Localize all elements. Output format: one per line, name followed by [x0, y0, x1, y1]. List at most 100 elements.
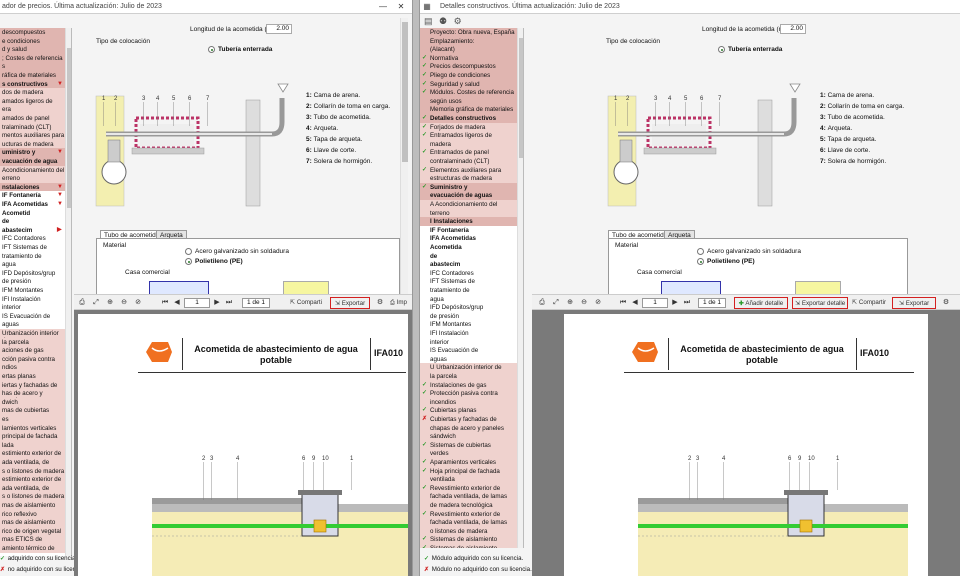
tree-item[interactable]: IFD Depósitos/grup	[0, 269, 65, 278]
pane-splitter[interactable]	[412, 0, 420, 576]
tree-item[interactable]: amados ligeros de	[0, 96, 65, 106]
tree-item[interactable]: aciones de gas	[0, 346, 65, 355]
tree-item[interactable]: ▼ IFA Acometidas	[0, 200, 65, 209]
prev-page-icon[interactable]: ◀	[630, 297, 640, 309]
zoom-out-icon[interactable]: ⊖	[118, 297, 130, 309]
tree-item[interactable]: de madera tecnológica	[420, 501, 517, 510]
tree-item[interactable]: ✓ Entramados ligeros de	[420, 131, 517, 140]
tree-item[interactable]: IFA Acometidas	[420, 234, 517, 243]
tree-item[interactable]: agua	[0, 260, 65, 269]
export-detail-button[interactable]: ⇲ Exportar detalle	[792, 297, 848, 309]
print-button[interactable]: ⎙ Imp	[388, 297, 409, 309]
tree-item[interactable]: Emplazamiento: Alacant/Alicante	[420, 36, 517, 46]
tree-item[interactable]: ▼ IF Fontanería	[0, 191, 65, 200]
tree-item[interactable]: ✓ Seguridad y salud	[420, 79, 517, 89]
tree-item[interactable]: de presión	[420, 312, 517, 321]
tree-item[interactable]: IS Evacuación de	[0, 312, 65, 321]
tree-item[interactable]: ✓ Precios descompuestos	[420, 62, 517, 71]
prev-page-icon[interactable]: ◀	[172, 297, 182, 309]
tree-item[interactable]: IS Evacuación de	[420, 346, 517, 355]
tree-item[interactable]: era	[0, 105, 65, 114]
tree-item[interactable]: ▶ abastecim	[0, 226, 65, 235]
tree-item[interactable]: I Instalaciones	[420, 217, 517, 226]
tree-item[interactable]: ✓ Aparamientos verticales	[420, 458, 517, 467]
tree-item[interactable]: A Acondicionamiento del	[420, 200, 517, 209]
tree-item[interactable]: amados de panel	[0, 114, 65, 123]
page-number-input[interactable]: 1	[184, 298, 210, 308]
material-radio-steel[interactable]	[185, 248, 192, 255]
tree-item[interactable]: interior	[0, 303, 65, 312]
share-button[interactable]: ⇱ Comparti	[288, 297, 324, 309]
print-preview-icon[interactable]: ⎙	[76, 297, 88, 309]
tree-item[interactable]: estimiento exterior de	[0, 449, 65, 458]
tree-item[interactable]: mas ETICS de	[0, 535, 65, 544]
tree-item[interactable]: chapas de acero y paneles	[420, 423, 517, 433]
fit-page-icon[interactable]: ⤢	[90, 297, 102, 309]
tree-item[interactable]: aguas	[0, 320, 65, 329]
length-input[interactable]: 2.00	[266, 24, 292, 34]
tree-item[interactable]: Acometida	[420, 243, 517, 252]
right-tree-scrollbar[interactable]	[517, 28, 523, 548]
tree-item[interactable]: IFM Montantes	[420, 320, 517, 329]
tree-item[interactable]: lamientos verticales	[0, 423, 65, 433]
tree-item[interactable]: ✓ Forjados de madera	[420, 122, 517, 132]
left-form-scrollbar[interactable]	[400, 18, 408, 294]
tree-item[interactable]: principal de fachada	[0, 432, 65, 441]
tree-item[interactable]: mas de cubiertas	[0, 406, 65, 415]
tree-item[interactable]: rico de origen vegetal	[0, 526, 65, 536]
tree-item[interactable]: IFD Depósitos/grup	[420, 303, 517, 312]
tree-item[interactable]: mentos auxiliares para	[0, 131, 65, 140]
tree-item[interactable]: IFM Montantes	[0, 286, 65, 295]
tree-item[interactable]: (Alacant)	[420, 45, 517, 54]
tree-item[interactable]: ✓ Revestimiento exterior de	[420, 483, 517, 493]
tree-item[interactable]: ndios	[0, 363, 65, 372]
tree-item[interactable]: s o listones de madera	[0, 492, 65, 501]
add-detail-button[interactable]: ✚ Añadir detalle	[734, 297, 788, 309]
tree-item[interactable]: has de acero y paneles	[0, 389, 65, 398]
tree-item[interactable]: Memoria gráfica de materiales	[420, 105, 517, 114]
tree-item[interactable]: estructuras de madera	[420, 174, 517, 183]
tree-item[interactable]: IFC Contadores	[0, 234, 65, 243]
tree-item[interactable]: ✓Sistemas de aislamiento	[420, 535, 517, 544]
tree-item[interactable]: abastecim	[420, 260, 517, 269]
left-tree-scrollbar[interactable]	[65, 28, 71, 556]
tree-item[interactable]: IFT Sistemas de	[420, 277, 517, 286]
tree-item[interactable]: ✓ Instalaciones de gas	[420, 380, 517, 390]
close-icon[interactable]: ✕	[396, 2, 406, 12]
tree-item[interactable]: de	[0, 217, 65, 226]
tree-item[interactable]: verdes	[420, 449, 517, 458]
placement-radio[interactable]	[208, 46, 215, 53]
tree-item[interactable]: estimiento exterior de	[0, 475, 65, 484]
tree-item[interactable]: lada	[0, 440, 65, 450]
tree-item[interactable]: mas de aislamiento	[0, 518, 65, 527]
tree-item[interactable]: ✓ Hoja principal de fachada	[420, 466, 517, 476]
tree-item[interactable]: ▼ s constructivos	[0, 79, 65, 89]
tree-item[interactable]: fachada ventilada, de lamas	[420, 518, 517, 527]
tree-item[interactable]: s	[0, 62, 65, 71]
tree-item[interactable]: ucturas de madera	[0, 139, 65, 149]
tree-item[interactable]: tratamiento de	[0, 252, 65, 261]
tree-item[interactable]: ventilada	[420, 475, 517, 484]
tree-item[interactable]: la parcela	[0, 337, 65, 347]
tree-item[interactable]: de	[420, 252, 517, 261]
tree-item[interactable]: e condiciones	[0, 36, 65, 46]
tree-item[interactable]: sándwich	[420, 432, 517, 441]
tree-item[interactable]: ✓ Revestimiento exterior de	[420, 509, 517, 519]
tree-item[interactable]: ✓ Módulos. Costes de referencia	[420, 88, 517, 97]
first-page-icon[interactable]: ⏮	[160, 297, 170, 309]
tree-item[interactable]: ada ventilada, de	[0, 483, 65, 493]
tree-item[interactable]: terreno	[420, 208, 517, 218]
settings-icon[interactable]: ⚙	[374, 297, 386, 309]
tree-item[interactable]: ✓ Cubiertas planas	[420, 406, 517, 415]
tree-item[interactable]: interior	[420, 338, 517, 347]
zoom-in-icon[interactable]: ⊕	[564, 297, 576, 309]
tree-item[interactable]: tratamiento de	[420, 286, 517, 295]
tree-item[interactable]: agua	[420, 295, 517, 304]
placement-radio[interactable]	[718, 46, 725, 53]
tree-item[interactable]: es	[0, 415, 65, 424]
zoom-fit-icon[interactable]: ⊘	[592, 297, 604, 309]
tree-item[interactable]: IFT Sistemas de	[0, 243, 65, 252]
first-page-icon[interactable]: ⏮	[618, 297, 628, 309]
tree-item[interactable]: ertas planas	[0, 372, 65, 381]
tree-item[interactable]: dos de madera	[0, 88, 65, 97]
